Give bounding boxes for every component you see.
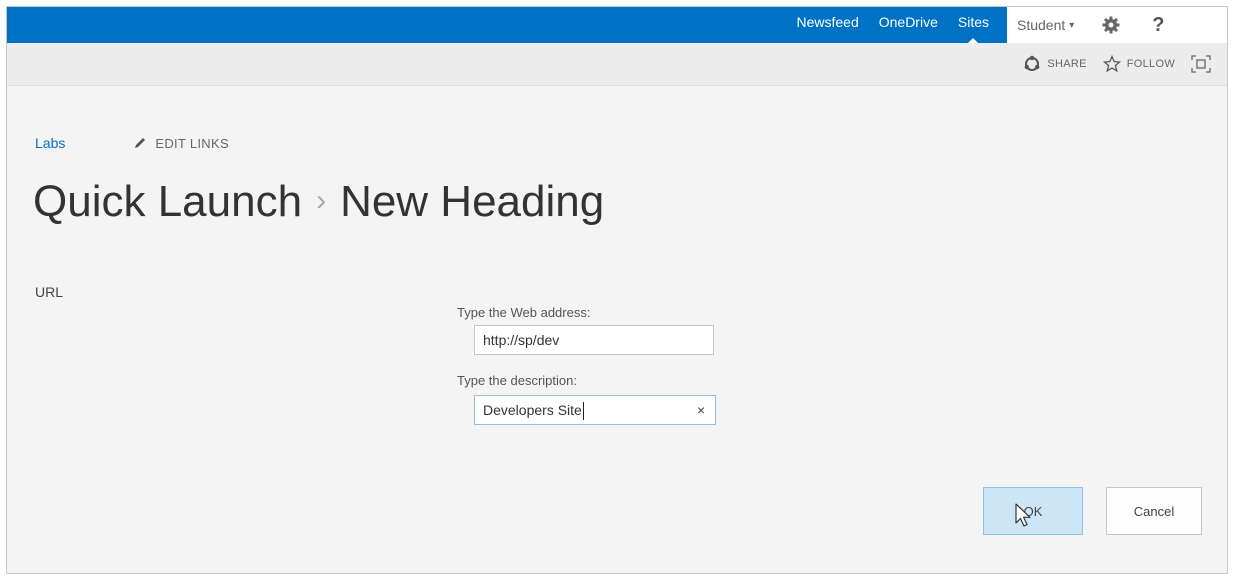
pencil-icon bbox=[135, 138, 146, 148]
suite-link-onedrive[interactable]: OneDrive bbox=[869, 7, 948, 43]
url-section-label: URL bbox=[35, 284, 64, 300]
title-separator: › bbox=[316, 184, 327, 217]
text-cursor bbox=[582, 402, 584, 421]
clear-icon[interactable]: × bbox=[697, 396, 705, 424]
focus-icon bbox=[1191, 55, 1211, 73]
follow-button[interactable]: FOLLOW bbox=[1102, 55, 1175, 73]
description-label: Type the description: bbox=[457, 373, 577, 388]
edit-links-label: EDIT LINKS bbox=[155, 135, 229, 151]
app-window: Newsfeed OneDrive Sites Student ▾ ? SHAR… bbox=[6, 6, 1228, 574]
ok-button[interactable]: OK bbox=[983, 487, 1083, 535]
command-bar: SHARE FOLLOW bbox=[7, 43, 1227, 86]
user-name: Student bbox=[1017, 17, 1066, 33]
share-icon bbox=[1024, 55, 1040, 71]
edit-links-button[interactable]: EDIT LINKS bbox=[133, 136, 229, 151]
suite-right-panel: Student ▾ ? bbox=[1007, 7, 1227, 43]
help-icon[interactable]: ? bbox=[1152, 14, 1164, 37]
focus-content-button[interactable] bbox=[1191, 55, 1217, 73]
share-label: SHARE bbox=[1047, 58, 1087, 70]
description-value: Developers Site bbox=[483, 402, 582, 418]
share-button[interactable]: SHARE bbox=[1023, 55, 1086, 73]
page-title-part1: Quick Launch bbox=[33, 177, 303, 226]
cancel-button[interactable]: Cancel bbox=[1106, 487, 1202, 535]
star-icon bbox=[1102, 55, 1121, 73]
follow-label: FOLLOW bbox=[1126, 58, 1175, 70]
suite-bar: Newsfeed OneDrive Sites Student ▾ ? bbox=[7, 7, 1227, 43]
suite-link-sites[interactable]: Sites bbox=[948, 7, 999, 43]
web-address-label: Type the Web address: bbox=[457, 305, 591, 320]
command-actions: SHARE FOLLOW bbox=[1007, 43, 1217, 85]
page-title: Quick Launch › New Heading bbox=[33, 177, 604, 227]
breadcrumb: Labs EDIT LINKS bbox=[35, 135, 229, 151]
web-address-input[interactable]: http://sp/dev bbox=[474, 325, 714, 355]
gear-icon[interactable] bbox=[1102, 16, 1120, 34]
chevron-down-icon: ▾ bbox=[1069, 19, 1075, 31]
user-menu[interactable]: Student ▾ bbox=[1017, 17, 1074, 33]
page-title-part2: New Heading bbox=[340, 177, 605, 226]
suite-links: Newsfeed OneDrive Sites bbox=[786, 7, 999, 43]
site-link-labs[interactable]: Labs bbox=[35, 135, 65, 151]
mouse-pointer-icon bbox=[1015, 503, 1031, 527]
description-input[interactable]: Developers Site × bbox=[474, 395, 716, 425]
web-address-value: http://sp/dev bbox=[483, 332, 560, 348]
suite-link-newsfeed[interactable]: Newsfeed bbox=[786, 7, 868, 43]
